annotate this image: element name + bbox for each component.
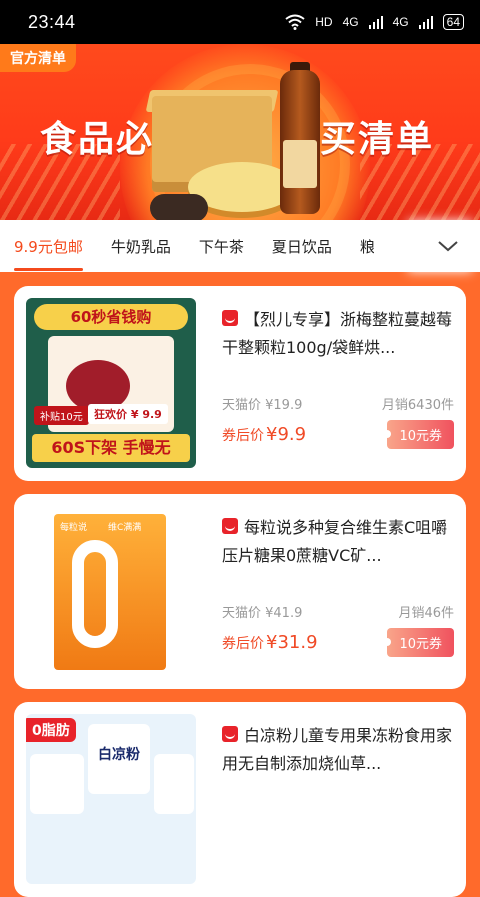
thumb-flavor: 维C满满 xyxy=(108,523,142,533)
tmall-price: 天猫价 ¥41.9 xyxy=(222,606,303,621)
status-bar: 23:44 HD 4G 4G 64 xyxy=(0,0,480,44)
food-image xyxy=(150,194,208,220)
status-icons: HD 4G 4G 64 xyxy=(285,14,464,30)
tmall-icon xyxy=(222,518,238,534)
price-row: 天猫价 ¥19.9 月销6430件 xyxy=(222,394,454,413)
thumb-pack-left xyxy=(30,754,84,814)
thumb-bottom-text: 60S下架 手慢无 xyxy=(32,434,190,462)
tab-9-9-free-shipping[interactable]: 9.9元包邮 xyxy=(0,236,97,271)
coupon-button[interactable]: 10元券 xyxy=(383,420,454,449)
monthly-sales: 月销6430件 xyxy=(381,398,454,413)
product-image[interactable]: 0脂肪 白凉粉 xyxy=(26,714,196,884)
banner[interactable]: 官方清单 食品必 买清单 xyxy=(0,44,480,220)
product-title[interactable]: 白凉粉儿童专用果冻粉食用家用无自制添加烧仙草... xyxy=(222,722,456,778)
product-title-text: 白凉粉儿童专用果冻粉食用家用无自制添加烧仙草... xyxy=(222,726,453,773)
bottle-label xyxy=(283,140,317,188)
product-image[interactable]: 每粒说 维C满满 0 xyxy=(26,506,196,676)
tmall-price: 天猫价 ¥19.9 xyxy=(222,398,303,413)
thumb-banner-text: 60秒省钱购 xyxy=(34,304,188,330)
tabs-expand-button[interactable] xyxy=(416,220,480,272)
product-title-text: 每粒说多种复合维生素C咀嚼压片糖果0蔗糖VC矿... xyxy=(222,518,448,565)
product-title[interactable]: 【烈儿专享】浙梅整粒蔓越莓干整颗粒100g/袋鲜烘... xyxy=(222,306,456,362)
product-info: 白凉粉儿童专用果冻粉食用家用无自制添加烧仙草... xyxy=(222,722,456,882)
thumb-fat-free-badge: 0脂肪 xyxy=(26,718,76,742)
thumb-brand: 每粒说 xyxy=(60,523,88,533)
product-card[interactable]: 60秒省钱购 补贴10元 狂欢价 ¥ 9.9 60S下架 手慢无 【烈儿专享】浙… xyxy=(14,286,466,481)
battery-icon: 64 xyxy=(442,14,464,30)
tmall-icon xyxy=(222,310,238,326)
tmall-icon xyxy=(222,726,238,742)
monthly-sales: 月销46件 xyxy=(398,606,454,621)
coupon-button[interactable]: 10元券 xyxy=(383,628,454,657)
banner-title-right: 买清单 xyxy=(320,119,435,160)
signal-label-1: 4G xyxy=(342,15,359,29)
thumb-brand: 白凉粉 xyxy=(88,724,150,794)
product-info: 【烈儿专享】浙梅整粒蔓越莓干整颗粒100g/袋鲜烘... 天猫价 ¥19.9 月… xyxy=(222,306,456,466)
product-info: 每粒说多种复合维生素C咀嚼压片糖果0蔗糖VC矿... 天猫价 ¥41.9 月销4… xyxy=(222,514,456,674)
tab-summer-drinks[interactable]: 夏日饮品 xyxy=(258,236,346,257)
after-coupon-price: ¥9.9 xyxy=(266,424,307,445)
product-card[interactable]: 每粒说 维C满满 0 每粒说多种复合维生素C咀嚼压片糖果0蔗糖VC矿... 天猫… xyxy=(14,494,466,689)
tab-milk-dairy[interactable]: 牛奶乳品 xyxy=(97,236,185,257)
category-tabs: 9.9元包邮 牛奶乳品 下午茶 夏日饮品 粮 xyxy=(0,220,480,272)
after-coupon-price: ¥31.9 xyxy=(266,632,318,653)
banner-title-left: 食品必 xyxy=(40,119,155,160)
tab-afternoon-tea[interactable]: 下午茶 xyxy=(185,236,258,257)
after-coupon-label: 券后价 xyxy=(222,427,264,444)
thumb-subsidy-badge: 补贴10元 xyxy=(34,406,89,425)
thumb-pack-right xyxy=(154,754,194,814)
official-list-tag: 官方清单 xyxy=(0,44,76,72)
price-row: 天猫价 ¥41.9 月销46件 xyxy=(222,602,454,621)
after-coupon-label: 券后价 xyxy=(222,635,264,652)
status-time: 23:44 xyxy=(28,11,76,32)
wifi-icon xyxy=(285,14,305,30)
thumb-price-tag: 狂欢价 ¥ 9.9 xyxy=(88,404,168,424)
product-image[interactable]: 60秒省钱购 补贴10元 狂欢价 ¥ 9.9 60S下架 手慢无 xyxy=(26,298,196,468)
signal-icon-2 xyxy=(418,16,433,29)
chevron-down-icon xyxy=(438,241,458,252)
coupon-row: 券后价 ¥9.9 10元券 xyxy=(222,420,454,449)
product-title-text: 【烈儿专享】浙梅整粒蔓越莓干整颗粒100g/袋鲜烘... xyxy=(222,310,453,357)
signal-icon xyxy=(368,16,383,29)
coupon-row: 券后价 ¥31.9 10元券 xyxy=(222,628,454,657)
network-type: HD xyxy=(315,15,333,29)
product-title[interactable]: 每粒说多种复合维生素C咀嚼压片糖果0蔗糖VC矿... xyxy=(222,514,456,570)
tab-grain[interactable]: 粮 xyxy=(346,236,374,257)
thumb-zero-mark: 0 xyxy=(72,540,118,648)
signal-label-2: 4G xyxy=(392,15,409,29)
